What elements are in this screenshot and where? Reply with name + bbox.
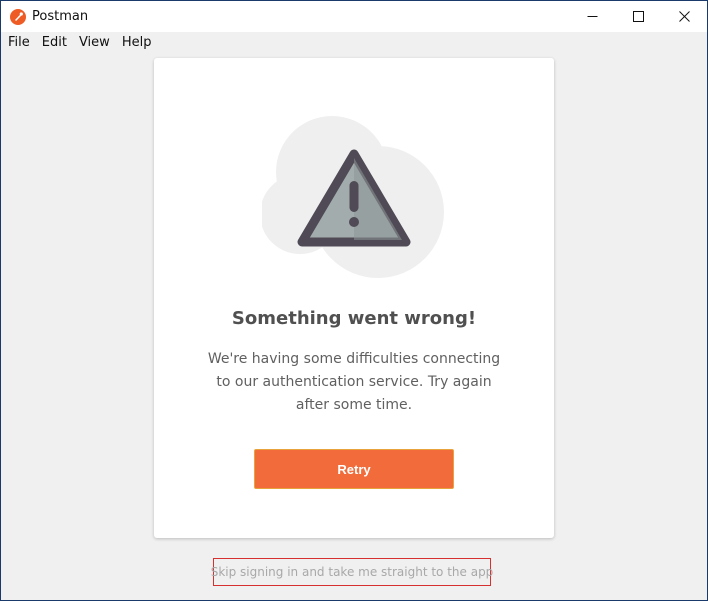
skip-signin-link[interactable]: Skip signing in and take me straight to … — [211, 558, 493, 586]
error-card: Something went wrong! We're having some … — [154, 58, 554, 538]
close-icon — [678, 11, 690, 22]
postman-logo-icon — [10, 9, 26, 25]
maximize-button[interactable] — [615, 1, 661, 32]
window-title: Postman — [32, 9, 89, 24]
warning-illustration — [262, 116, 444, 278]
retry-button[interactable]: Retry — [254, 449, 454, 489]
menu-view[interactable]: View — [74, 32, 115, 54]
error-title: Something went wrong! — [231, 308, 477, 329]
menu-help[interactable]: Help — [117, 32, 157, 54]
close-button[interactable] — [661, 1, 707, 32]
title-bar[interactable]: Postman — [1, 1, 707, 32]
menu-file[interactable]: File — [3, 32, 35, 54]
app-window: Postman File Edit View Help Something we… — [0, 0, 708, 601]
maximize-icon — [632, 11, 644, 22]
error-message: We're having some difficulties connectin… — [207, 351, 501, 413]
minimize-icon — [587, 16, 597, 17]
menu-edit[interactable]: Edit — [37, 32, 72, 54]
menu-bar: File Edit View Help — [1, 32, 707, 54]
minimize-button[interactable] — [569, 1, 615, 32]
